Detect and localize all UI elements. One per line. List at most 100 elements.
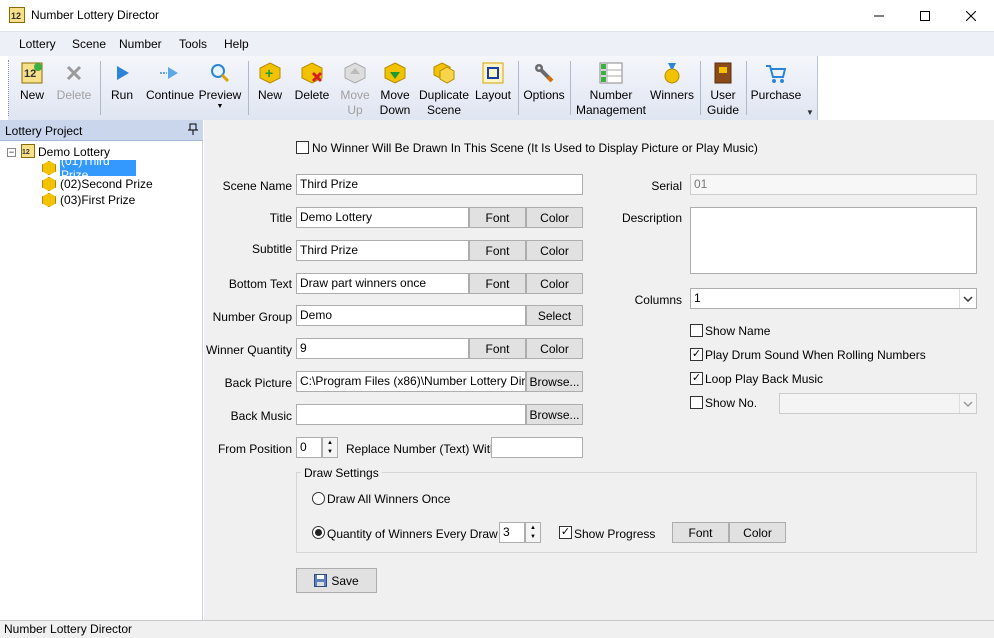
number-management-button[interactable]: Number Management [574, 56, 648, 120]
quantity-every-input[interactable]: 3 [499, 522, 525, 543]
spin-down-icon[interactable]: ▼ [323, 448, 337, 458]
layout-button[interactable]: Layout [474, 56, 512, 120]
winners-button[interactable]: Winners [650, 56, 694, 120]
number-group-input[interactable]: Demo [296, 305, 526, 326]
draw-font-button[interactable]: Font [672, 522, 729, 543]
new-scene-icon: + [258, 61, 282, 85]
back-music-browse-button[interactable]: Browse... [526, 404, 583, 425]
quantity-every-radio[interactable] [312, 526, 325, 539]
number-group-select-button[interactable]: Select [526, 305, 583, 326]
show-no-value [780, 394, 959, 413]
show-no-checkbox[interactable] [690, 396, 703, 409]
show-progress-checkbox[interactable]: ✓ [559, 526, 572, 539]
floppy-icon [314, 574, 328, 587]
subtitle-color-button[interactable]: Color [526, 240, 583, 261]
from-position-stepper[interactable]: ▲ ▼ [322, 437, 338, 458]
chevron-down-icon[interactable] [959, 394, 976, 413]
tree-item[interactable]: (02)Second Prize [42, 176, 153, 192]
move-down-icon [383, 61, 407, 85]
toolbar: 12 New Delete Run Continue Preview ▼ + N… [8, 56, 818, 120]
duplicate-scene-button[interactable]: Duplicate Scene [418, 56, 470, 120]
tree-item[interactable] [42, 160, 60, 176]
toolbar-separator [518, 61, 519, 115]
toolbar-overflow-icon[interactable]: ▼ [806, 108, 814, 117]
columns-select[interactable]: 1 [690, 288, 977, 309]
back-picture-input[interactable]: C:\Program Files (x86)\Number Lottery Di… [296, 371, 526, 392]
loop-music-checkbox[interactable]: ✓ [690, 372, 703, 385]
back-music-input[interactable] [296, 404, 526, 425]
move-up-button[interactable]: Move Up [338, 56, 372, 120]
scene-icon [42, 193, 56, 207]
delete-scene-button[interactable]: Delete [292, 56, 332, 120]
menu-tools[interactable]: Tools [179, 37, 207, 51]
draw-settings-title: Draw Settings [301, 466, 382, 480]
app-icon: 12 [9, 7, 25, 23]
collapse-icon[interactable]: − [7, 147, 16, 157]
checkmark-icon: ✓ [691, 372, 702, 384]
title-font-button[interactable]: Font [469, 207, 526, 228]
menu-lottery[interactable]: Lottery [19, 37, 56, 51]
options-button[interactable]: Options [522, 56, 566, 120]
title-color-button[interactable]: Color [526, 207, 583, 228]
continue-button[interactable]: Continue [144, 56, 196, 120]
menu-bar: Lottery Scene Number Tools Help [0, 31, 994, 56]
bottom-text-color-button[interactable]: Color [526, 273, 583, 294]
show-name-checkbox[interactable] [690, 324, 703, 337]
purchase-button[interactable]: Purchase [750, 56, 802, 120]
new-lottery-button[interactable]: 12 New [18, 56, 46, 120]
bottom-text-font-button[interactable]: Font [469, 273, 526, 294]
draw-all-radio[interactable] [312, 492, 325, 505]
menu-help[interactable]: Help [224, 37, 249, 51]
save-button[interactable]: Save [296, 568, 377, 593]
status-text: Number Lottery Director [4, 622, 133, 636]
menu-scene[interactable]: Scene [72, 37, 106, 51]
replace-number-input[interactable] [491, 437, 583, 458]
bottom-text-label: Bottom Text [228, 277, 292, 291]
chevron-down-icon[interactable] [959, 289, 976, 308]
close-button[interactable] [948, 0, 994, 31]
svg-text:12: 12 [11, 11, 21, 21]
winner-quantity-input[interactable]: 9 [296, 338, 469, 359]
bottom-text-input[interactable]: Draw part winners once [296, 273, 469, 294]
from-position-label: From Position [217, 442, 292, 456]
back-picture-browse-button[interactable]: Browse... [526, 371, 583, 392]
title-bar: 12 Number Lottery Director [0, 0, 994, 31]
pin-icon[interactable] [188, 123, 198, 138]
toolbar-grip[interactable] [8, 60, 12, 116]
spin-down-icon[interactable]: ▼ [526, 533, 540, 543]
new-scene-button[interactable]: + New [256, 56, 284, 120]
tree-item-label: (03)First Prize [60, 193, 136, 207]
spin-up-icon[interactable]: ▲ [323, 438, 337, 448]
spin-up-icon[interactable]: ▲ [526, 523, 540, 533]
title-input[interactable]: Demo Lottery [296, 207, 469, 228]
move-down-button[interactable]: Move Down [378, 56, 412, 120]
user-guide-button[interactable]: User Guide [706, 56, 740, 120]
subtitle-input[interactable]: Third Prize [296, 240, 469, 261]
move-up-icon [343, 61, 367, 85]
delete-lottery-button[interactable]: Delete [54, 56, 94, 120]
minimize-button[interactable] [856, 0, 902, 31]
quantity-every-stepper[interactable]: ▲ ▼ [525, 522, 541, 543]
subtitle-font-button[interactable]: Font [469, 240, 526, 261]
scene-name-input[interactable]: Third Prize [296, 174, 583, 195]
preview-button[interactable]: Preview ▼ [198, 56, 242, 120]
panel-title: Lottery Project [5, 124, 83, 138]
magnifier-icon [208, 61, 232, 85]
tree-item[interactable]: (03)First Prize [42, 192, 135, 208]
tree-item-label[interactable]: (01)Third Prize [60, 154, 136, 182]
show-no-label: Show No. [705, 396, 758, 410]
from-position-input[interactable]: 0 [296, 437, 322, 458]
winner-quantity-font-button[interactable]: Font [469, 338, 526, 359]
draw-color-button[interactable]: Color [729, 522, 786, 543]
play-drum-checkbox[interactable]: ✓ [690, 348, 703, 361]
checkmark-icon: ✓ [691, 348, 702, 360]
maximize-button[interactable] [902, 0, 948, 31]
winner-quantity-color-button[interactable]: Color [526, 338, 583, 359]
title-label: Title [269, 211, 292, 225]
run-button[interactable]: Run [108, 56, 136, 120]
panel-header: Lottery Project [0, 120, 203, 141]
menu-number[interactable]: Number [119, 37, 162, 51]
no-winner-checkbox[interactable] [296, 141, 309, 154]
show-no-select[interactable] [779, 393, 977, 414]
description-textarea[interactable] [690, 207, 977, 274]
